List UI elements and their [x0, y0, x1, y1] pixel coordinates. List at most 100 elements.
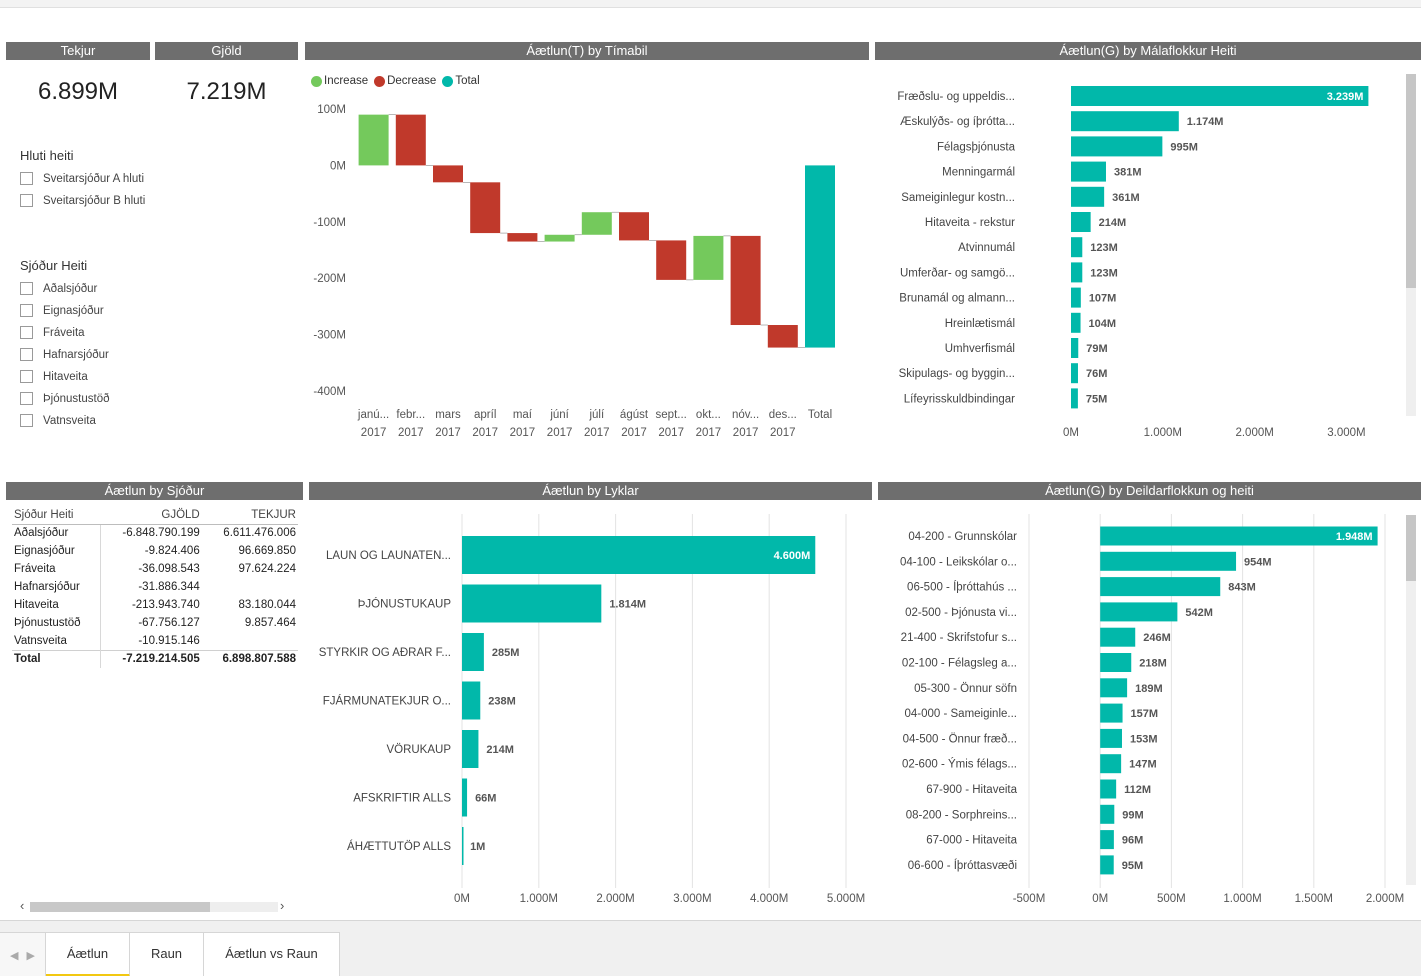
top-bar — [0, 0, 1421, 8]
data-label: 1.948M — [1336, 531, 1373, 543]
category-label: Skipulags- og byggin... — [899, 368, 1015, 380]
col-header-tekjur[interactable]: TEKJUR — [201, 508, 298, 525]
checkbox[interactable] — [20, 326, 33, 339]
legend-decrease-marker — [374, 75, 386, 87]
page-tabs: ◀ ▶ Áætlun Raun Áætlun vs Raun — [0, 932, 340, 976]
table-row[interactable]: Eignasjóður -9.824.406 96.669.850 — [12, 542, 298, 560]
table-row[interactable]: Þjónustustöð -67.756.127 9.857.464 — [12, 614, 298, 632]
checkbox[interactable] — [20, 370, 33, 383]
slicer-sjodur-item[interactable]: Þjónustustöð — [20, 392, 110, 405]
checkbox[interactable] — [20, 282, 33, 295]
bar — [1100, 551, 1237, 571]
tab-next-icon[interactable]: ▶ — [27, 949, 35, 962]
scrollbar-thumb[interactable] — [30, 902, 210, 912]
x-tick-label: 3.000M — [673, 893, 711, 905]
checkbox[interactable] — [20, 304, 33, 317]
checkbox[interactable] — [20, 348, 33, 361]
x-tick-label: nóv... — [732, 409, 759, 421]
y-tick-label: -300M — [313, 330, 346, 342]
data-label: 112M — [1124, 784, 1151, 796]
category-label: 67-900 - Hitaveita — [926, 784, 1017, 796]
x-tick-label: 2017 — [621, 427, 647, 439]
cell: 83.180.044 — [238, 599, 296, 611]
slicer-sjodur-item[interactable]: Fráveita — [20, 326, 85, 339]
table-row[interactable]: Vatnsveita -10.915.146 — [12, 632, 298, 650]
x-tick-label: 2017 — [435, 427, 461, 439]
slicer-sjodur-item[interactable]: Vatnsveita — [20, 414, 96, 427]
checkbox[interactable] — [20, 392, 33, 405]
category-label: ÁHÆTTUTÖP ALLS — [347, 840, 451, 853]
data-label: 1.814M — [609, 599, 646, 611]
category-label: 67-000 - Hitaveita — [926, 835, 1017, 847]
data-label: 79M — [1086, 343, 1107, 355]
category-label: Menningarmál — [942, 167, 1015, 179]
slicer-hluti-item[interactable]: Sveitarsjóður B hluti — [20, 194, 145, 207]
checkbox[interactable] — [20, 414, 33, 427]
data-label: 218M — [1139, 658, 1167, 670]
slicer-sjodur-item[interactable]: Hitaveita — [20, 370, 88, 383]
bar — [462, 827, 464, 865]
deild-scrollbar[interactable] — [1406, 515, 1416, 885]
category-label: 02-600 - Ýmis félags... — [902, 758, 1017, 771]
scroll-left-icon[interactable]: ‹ — [20, 898, 24, 913]
category-label: 04-500 - Önnur fræð... — [903, 733, 1017, 745]
x-tick-label: 2017 — [733, 427, 759, 439]
cell: -9.824.406 — [144, 545, 200, 557]
x-tick-label: 3.000M — [1327, 427, 1365, 439]
malaflokkur-scrollbar[interactable] — [1406, 74, 1416, 416]
scrollbar-thumb[interactable] — [1406, 515, 1416, 581]
category-label: FJÁRMUNATEKJUR O... — [323, 695, 451, 708]
tab-prev-icon[interactable]: ◀ — [10, 949, 18, 962]
x-tick-label: des... — [769, 409, 797, 421]
scroll-right-icon[interactable]: › — [280, 898, 284, 913]
category-label: Félagsþjónusta — [937, 141, 1016, 153]
data-label: 157M — [1131, 708, 1159, 720]
table-row[interactable]: Hitaveita -213.943.740 83.180.044 — [12, 596, 298, 614]
legend-increase[interactable]: Increase — [311, 75, 368, 87]
cell: Eignasjóður — [12, 542, 101, 560]
data-label: 542M — [1185, 607, 1213, 619]
col-header-gjold[interactable]: GJÖLD — [100, 508, 202, 525]
data-label: 189M — [1135, 683, 1163, 695]
sjodur-table-title: Áætlun by Sjóður — [6, 482, 303, 500]
legend-increase-marker — [311, 75, 322, 87]
data-label: 995M — [1170, 141, 1198, 153]
slicer-sjodur-item[interactable]: Hafnarsjóður — [20, 348, 109, 361]
scrollbar-thumb[interactable] — [1406, 74, 1416, 288]
x-tick-label: 1.000M — [1144, 427, 1182, 439]
cell: 96.669.850 — [238, 545, 296, 557]
slicer-sjodur-item[interactable]: Eignasjóður — [20, 304, 104, 317]
tab-aaetlun-vs-raun[interactable]: Áætlun vs Raun — [204, 933, 340, 976]
legend-total[interactable]: Total — [442, 75, 480, 87]
bar — [1071, 186, 1105, 207]
cell: Aðalsjóður — [12, 524, 101, 542]
category-label: LAUN OG LAUNATEN... — [326, 550, 451, 562]
cell: Hitaveita — [12, 596, 101, 614]
waterfall-title: Áætlun(T) by Tímabil — [305, 42, 869, 60]
x-tick-label: 0M — [454, 893, 470, 905]
checkbox[interactable] — [20, 194, 33, 207]
cell: 97.624.224 — [238, 563, 296, 575]
tab-raun[interactable]: Raun — [130, 933, 204, 976]
table-row[interactable]: Aðalsjóður -6.848.790.199 6.611.476.006 — [12, 524, 298, 542]
slicer-hluti-item[interactable]: Sveitarsjóður A hluti — [20, 172, 144, 185]
bar — [1071, 237, 1083, 258]
table-row[interactable]: Hafnarsjóður -31.886.344 — [12, 578, 298, 596]
legend-decrease[interactable]: Decrease — [374, 75, 436, 87]
waterfall-bar — [433, 165, 463, 183]
cell: Vatnsveita — [12, 632, 101, 650]
table-row[interactable]: Fráveita -36.098.543 97.624.224 — [12, 560, 298, 578]
data-label: 107M — [1089, 293, 1117, 305]
slicer-sjodur-item[interactable]: Aðalsjóður — [20, 282, 97, 295]
tab-aaetlun[interactable]: Áætlun — [46, 933, 130, 976]
malaflokkur-chart: 0M 1.000M 2.000M 3.000M Fræðslu- og uppeldis… — [897, 86, 1369, 439]
table-hscrollbar[interactable]: ‹ › — [12, 898, 298, 914]
x-tick-label: 2017 — [770, 427, 796, 439]
col-header-sjodur[interactable]: Sjóður Heiti — [12, 508, 101, 525]
category-label: Umhverfismál — [945, 343, 1015, 355]
category-label: Brunamál og almann... — [899, 293, 1015, 305]
checkbox[interactable] — [20, 172, 33, 185]
data-label: 381M — [1114, 167, 1142, 179]
category-label: 02-500 - Þjónusta vi... — [905, 607, 1017, 619]
bar — [462, 536, 816, 574]
